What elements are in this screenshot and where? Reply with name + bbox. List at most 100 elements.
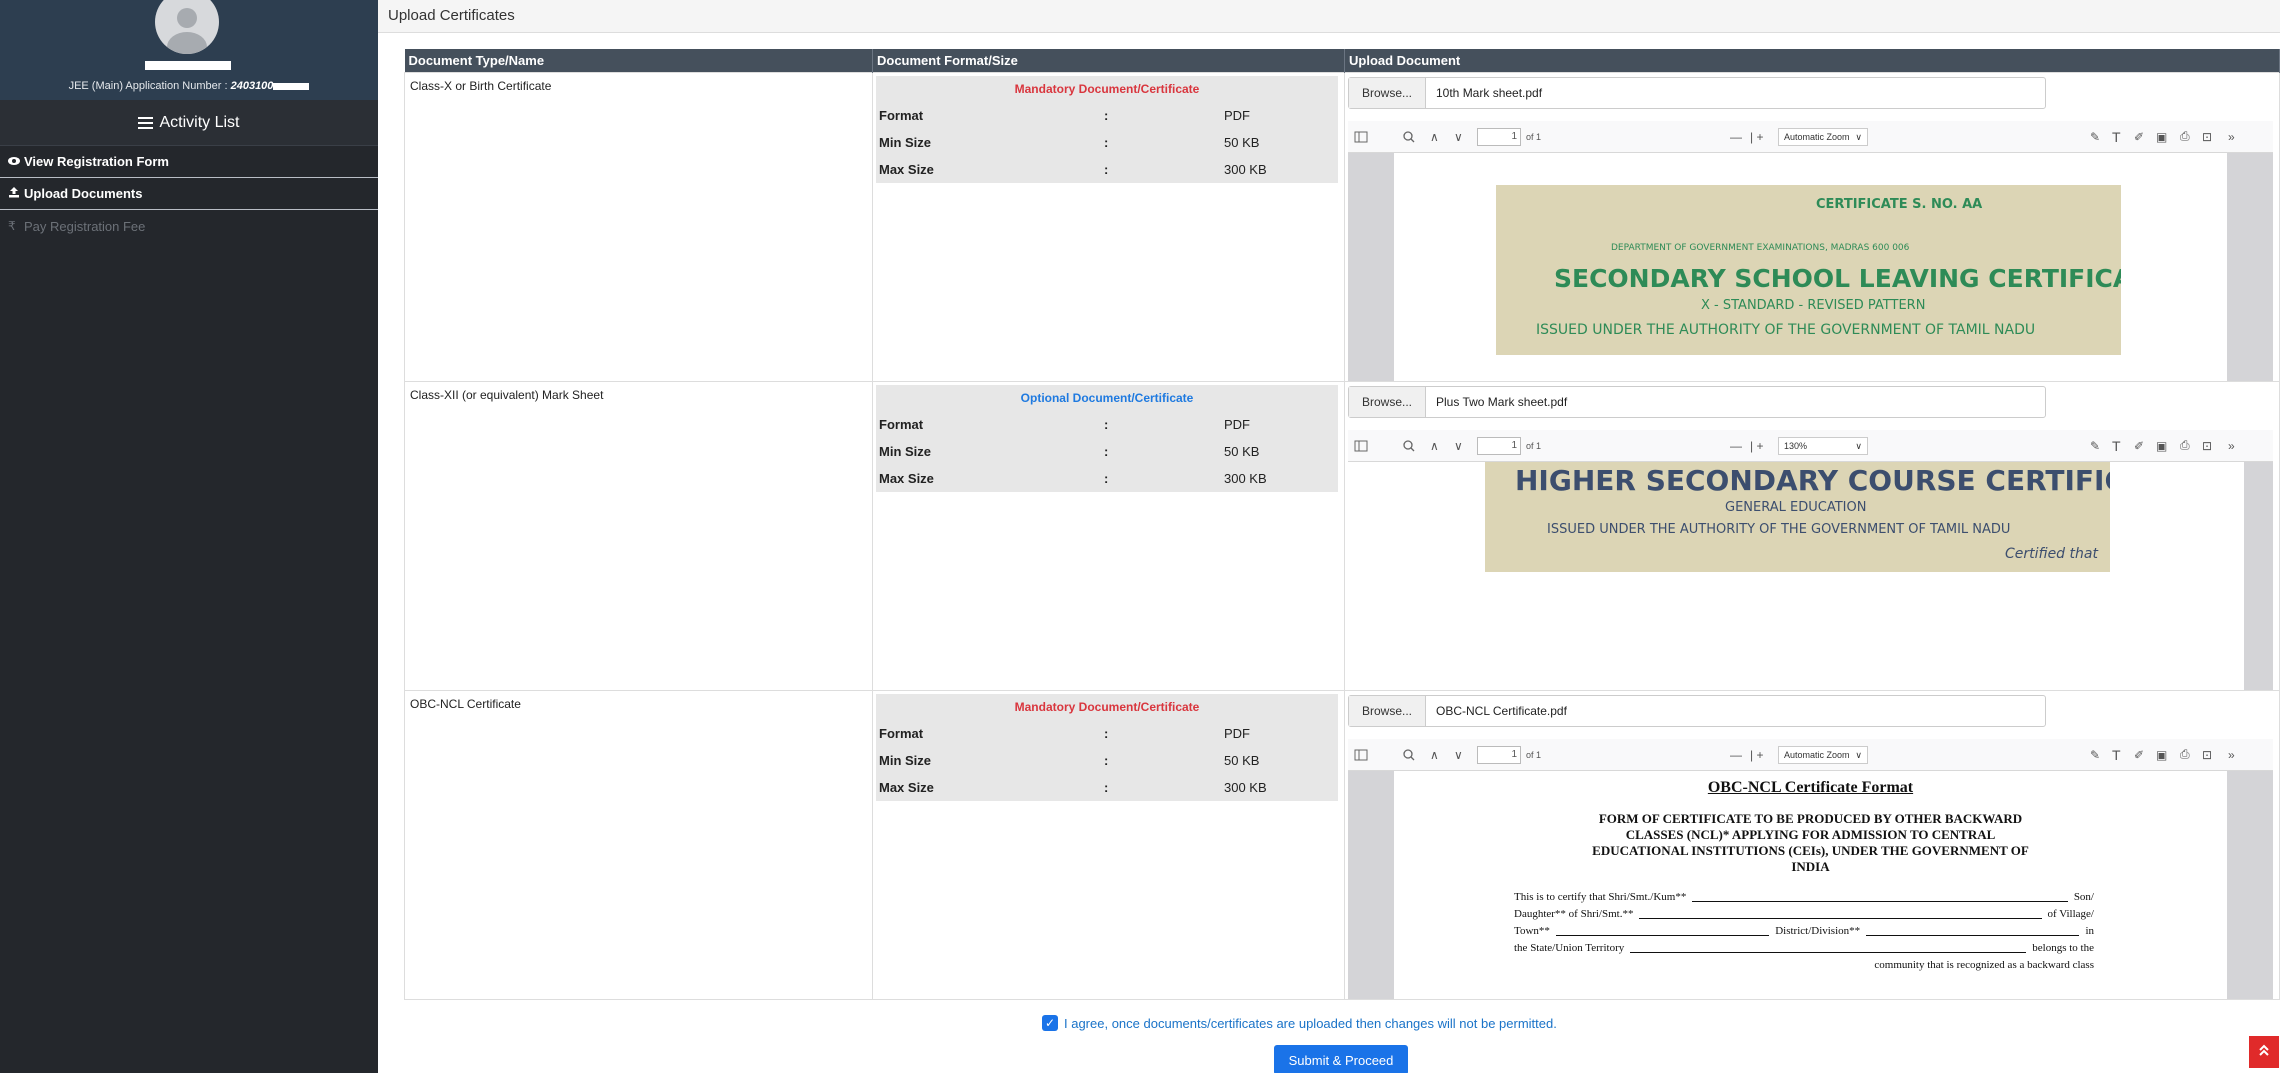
search-icon[interactable]: [1403, 438, 1415, 454]
next-page-icon[interactable]: ∨: [1454, 747, 1463, 763]
page-number-input[interactable]: 1: [1477, 127, 1521, 146]
list-icon: [138, 116, 154, 129]
column-header-document-type: Document Type/Name: [404, 49, 873, 72]
format-row: Format: PDF: [876, 720, 1338, 747]
format-value: PDF: [1224, 107, 1250, 123]
print-icon[interactable]: ⎙: [2180, 438, 2190, 454]
text-icon[interactable]: T: [2112, 747, 2121, 763]
browse-button[interactable]: Browse...: [1349, 695, 1426, 726]
separator: :: [1104, 470, 1109, 486]
sidebar-toggle-icon[interactable]: [1354, 438, 1368, 454]
sidebar-item-upload-documents[interactable]: Upload Documents: [0, 178, 378, 210]
submit-proceed-button[interactable]: Submit & Proceed: [1274, 1045, 1408, 1073]
previous-page-icon[interactable]: ∧: [1430, 747, 1439, 763]
obc-body-text: community that is recognized as a backwa…: [1874, 958, 2094, 971]
more-tools-icon[interactable]: »: [2228, 747, 2235, 763]
browse-button[interactable]: Browse...: [1349, 386, 1426, 417]
zoom-in-icon[interactable]: | +: [1750, 129, 1763, 145]
zoom-in-icon[interactable]: | +: [1750, 747, 1763, 763]
cert-authority: ISSUED UNDER THE AUTHORITY OF THE GOVERN…: [1536, 321, 2036, 338]
next-page-icon[interactable]: ∨: [1454, 438, 1463, 454]
cert-subtitle: GENERAL EDUCATION: [1725, 499, 1867, 515]
more-tools-icon[interactable]: »: [2228, 438, 2235, 454]
separator: :: [1104, 134, 1109, 150]
sidebar-toggle-icon[interactable]: [1354, 747, 1368, 763]
print-icon[interactable]: ⎙: [2180, 129, 2190, 145]
page-number-input[interactable]: 1: [1477, 436, 1521, 455]
save-icon[interactable]: ⊡: [2202, 438, 2212, 454]
format-value: PDF: [1224, 725, 1250, 741]
pdf-viewer[interactable]: ∧ ∨ 1 of 1 — | + 130% ∨ ✎ T ✐ ▣ ⎙ ⊡ » HI…: [1348, 429, 2273, 690]
sidebar-item-label: Upload Documents: [24, 186, 143, 201]
cert-title: SECONDARY SCHOOL LEAVING CERTIFICATE: [1554, 263, 2121, 293]
print-icon[interactable]: ⎙: [2180, 747, 2190, 763]
scroll-to-top-button[interactable]: [2249, 1036, 2279, 1068]
page-number-input[interactable]: 1: [1477, 745, 1521, 764]
save-icon[interactable]: ⊡: [2202, 747, 2212, 763]
image-icon[interactable]: ▣: [2156, 129, 2167, 145]
separator: :: [1104, 107, 1109, 123]
text-icon[interactable]: T: [2112, 438, 2121, 454]
table-header-row: Document Type/Name Document Format/Size …: [404, 49, 2280, 72]
min-size-row: Min Size: 50 KB: [876, 438, 1338, 465]
zoom-out-icon[interactable]: —: [1730, 438, 1742, 454]
page-count: of 1: [1526, 131, 1542, 142]
file-input[interactable]: Browse... Plus Two Mark sheet.pdf: [1348, 385, 2046, 418]
pdf-toolbar: ∧ ∨ 1 of 1 — | + Automatic Zoom ∨ ✎ T ✐ ▣: [1348, 120, 2273, 153]
page-count: of 1: [1526, 749, 1542, 760]
separator: :: [1104, 416, 1109, 432]
obc-body-text: Town**: [1514, 924, 1550, 937]
previous-page-icon[interactable]: ∧: [1430, 438, 1439, 454]
highlight-icon[interactable]: ✎: [2090, 747, 2100, 763]
search-icon[interactable]: [1403, 129, 1415, 145]
more-tools-icon[interactable]: »: [2228, 129, 2235, 145]
file-input[interactable]: Browse... 10th Mark sheet.pdf: [1348, 76, 2046, 109]
obc-heading: OBC-NCL Certificate Format: [1707, 778, 1914, 796]
zoom-select[interactable]: 130% ∨: [1778, 436, 1868, 455]
draw-icon[interactable]: ✐: [2134, 129, 2144, 145]
cert-title: HIGHER SECONDARY COURSE CERTIFICATE: [1515, 463, 2110, 497]
zoom-in-icon[interactable]: | +: [1750, 438, 1763, 454]
next-page-icon[interactable]: ∨: [1454, 129, 1463, 145]
candidate-name-redacted: [145, 61, 231, 70]
panel-heading: Upload Certificates: [378, 0, 2280, 33]
previous-page-icon[interactable]: ∧: [1430, 129, 1439, 145]
profile-area: JEE (Main) Application Number : 2403100: [0, 0, 378, 100]
zoom-select[interactable]: Automatic Zoom ∨: [1778, 127, 1868, 146]
highlight-icon[interactable]: ✎: [2090, 129, 2100, 145]
image-icon[interactable]: ▣: [2156, 438, 2167, 454]
sidebar-toggle-icon[interactable]: [1354, 129, 1368, 145]
highlight-icon[interactable]: ✎: [2090, 438, 2100, 454]
max-size-value: 300 KB: [1224, 470, 1267, 486]
image-icon[interactable]: ▣: [2156, 747, 2167, 763]
consent-row: ✓ I agree, once documents/certificates a…: [1042, 1015, 1557, 1031]
max-size-label: Max Size: [879, 779, 934, 795]
eye-icon: [8, 155, 20, 169]
panel-title: Upload Certificates: [388, 7, 515, 24]
documents-table: Document Type/Name Document Format/Size …: [404, 49, 2280, 1000]
pdf-viewer[interactable]: ∧ ∨ 1 of 1 — | + Automatic Zoom ∨ ✎ T ✐ ▣: [1348, 738, 2273, 999]
sidebar-item-view-registration-form[interactable]: View Registration Form: [0, 146, 378, 178]
max-size-label: Max Size: [879, 470, 934, 486]
sidebar-item-pay-registration-fee[interactable]: ₹ Pay Registration Fee: [0, 210, 378, 242]
obc-body-text: the State/Union Territory: [1514, 941, 1625, 954]
format-box: Mandatory Document/Certificate Format: PD…: [876, 693, 1338, 801]
browse-button[interactable]: Browse...: [1349, 77, 1426, 108]
zoom-out-icon[interactable]: —: [1730, 129, 1742, 145]
zoom-out-icon[interactable]: —: [1730, 747, 1742, 763]
draw-icon[interactable]: ✐: [2134, 747, 2144, 763]
format-label: Format: [879, 416, 924, 432]
document-name: Class-X or Birth Certificate: [404, 71, 873, 382]
pdf-viewer[interactable]: ∧ ∨ 1 of 1 — | + Automatic Zoom ∨ ✎ T ✐ ▣: [1348, 120, 2273, 381]
search-icon[interactable]: [1403, 747, 1415, 763]
save-icon[interactable]: ⊡: [2202, 129, 2212, 145]
cert-subtitle: X - STANDARD - REVISED PATTERN: [1701, 297, 1926, 313]
upload-cell: Browse... Plus Two Mark sheet.pdf ∧ ∨ 1 …: [1344, 380, 2280, 691]
consent-checkbox[interactable]: ✓: [1042, 1015, 1058, 1031]
text-icon[interactable]: T: [2112, 129, 2121, 145]
draw-icon[interactable]: ✐: [2134, 438, 2144, 454]
file-input[interactable]: Browse... OBC-NCL Certificate.pdf: [1348, 694, 2046, 727]
zoom-select[interactable]: Automatic Zoom ∨: [1778, 745, 1868, 764]
main-content: Upload Certificates Document Type/Name D…: [378, 0, 2280, 1073]
zoom-value: 130%: [1784, 440, 1808, 451]
